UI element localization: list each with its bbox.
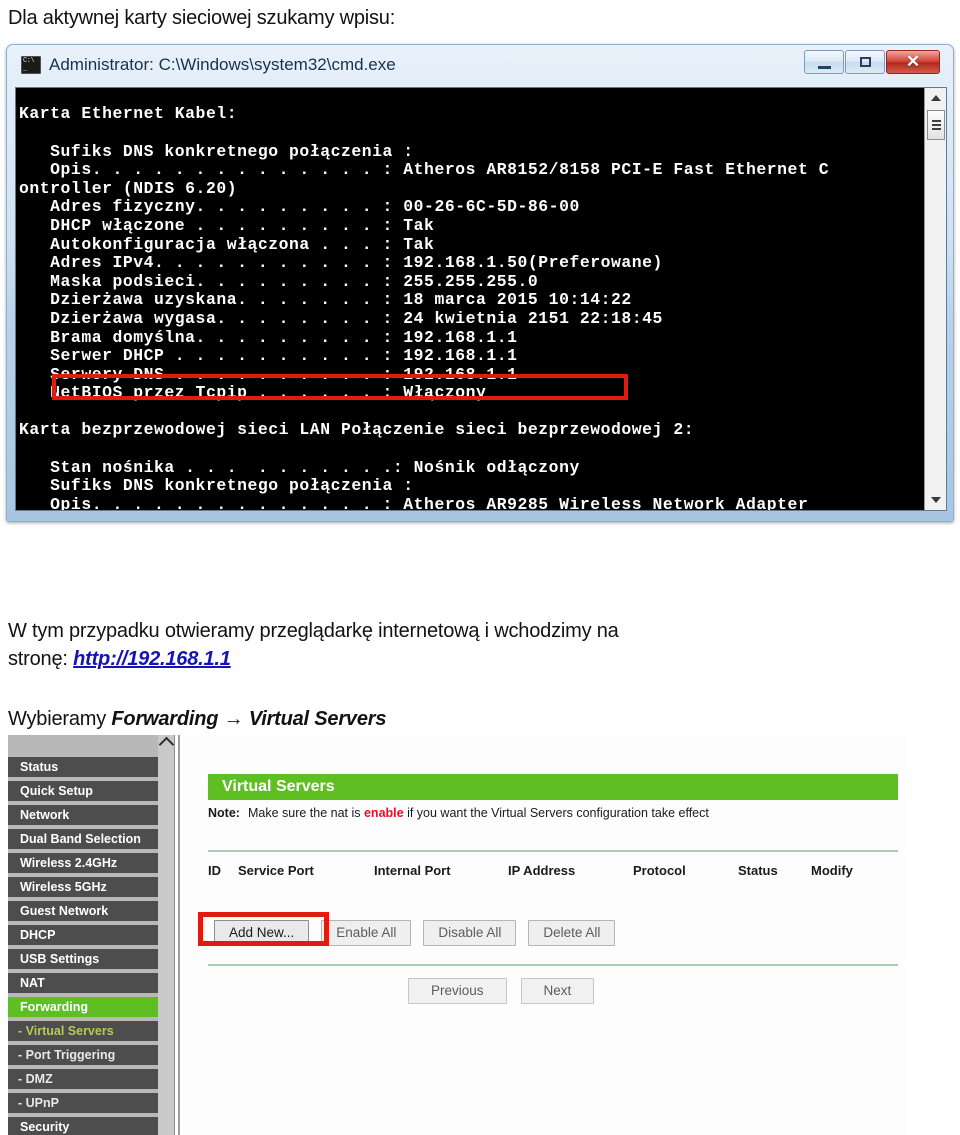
sidebar-item-nat[interactable]: NAT: [8, 973, 158, 995]
sidebar-item-upnp[interactable]: - UPnP: [8, 1093, 158, 1115]
column-header-id: ID: [208, 863, 221, 878]
router-main-panel: Virtual Servers Note: Make sure the nat i…: [182, 735, 906, 1135]
sidebar-item-label: NAT: [20, 976, 45, 990]
column-header-modify: Modify: [811, 863, 853, 878]
console-output-text: Karta Ethernet Kabel: Sufiks DNS konkret…: [19, 104, 830, 511]
sidebar-item-label: Dual Band Selection: [20, 832, 141, 846]
sidebar-item-label: Status: [20, 760, 59, 774]
sidebar-item-forwarding[interactable]: Forwarding: [8, 997, 158, 1019]
panel-title: Virtual Servers: [208, 774, 898, 800]
column-header-internal-port: Internal Port: [374, 863, 451, 878]
scroll-up-arrow-icon[interactable]: [926, 89, 946, 107]
sidebar-item-label: Guest Network: [20, 904, 109, 918]
sidebar-item-wireless-2-4ghz[interactable]: Wireless 2.4GHz: [8, 853, 158, 875]
add-new-highlight-box: [198, 912, 329, 946]
console-output-area[interactable]: Karta Ethernet Kabel: Sufiks DNS konkret…: [15, 87, 947, 511]
enable-all-button[interactable]: Enable All: [321, 920, 412, 946]
panel-note: Note: Make sure the nat is enable if you …: [208, 806, 709, 820]
sidebar-item-guest-network[interactable]: Guest Network: [8, 901, 158, 923]
cmd-window-titlebar[interactable]: C:\ _ Administrator: C:\Windows\system32…: [7, 45, 953, 85]
forwarding-instruction-paragraph: Wybieramy Forwarding → Virtual Servers: [8, 705, 888, 733]
sidebar-scrollbar[interactable]: [158, 735, 175, 1135]
menu-path-virtual-servers: Virtual Servers: [248, 708, 387, 730]
column-header-status: Status: [738, 863, 778, 878]
previous-button[interactable]: Previous: [408, 978, 507, 1004]
browser-instruction-prefix: stronę:: [8, 648, 74, 670]
column-header-protocol: Protocol: [633, 863, 686, 878]
note-text-part-2: if you want the Virtual Servers configur…: [403, 806, 709, 820]
delete-all-button[interactable]: Delete All: [528, 920, 616, 946]
sidebar-item-label: - Port Triggering: [18, 1048, 116, 1062]
sidebar-item-label: Security: [20, 1120, 70, 1134]
close-icon: ✕: [905, 52, 921, 71]
sidebar-item-label: DHCP: [20, 928, 56, 942]
sidebar-item-security[interactable]: Security: [8, 1117, 158, 1135]
table-column-headers: ID Service Port Internal Port IP Address Pro…: [208, 863, 898, 883]
sidebar-item-dmz[interactable]: - DMZ: [8, 1069, 158, 1091]
column-header-service-port: Service Port: [238, 863, 314, 878]
table-bottom-rule: [208, 964, 898, 966]
scroll-up-chevron-icon[interactable]: [158, 736, 175, 753]
sidebar-item-label: - DMZ: [18, 1072, 53, 1086]
maximize-button[interactable]: [845, 50, 885, 74]
cmd-window-title: Administrator: C:\Windows\system32\cmd.e…: [49, 55, 396, 74]
note-label: Note:: [208, 806, 240, 820]
default-gateway-highlight-box: [52, 374, 628, 400]
note-enable-emphasis: enable: [363, 806, 404, 820]
router-sidebar: Status Quick Setup Network Dual Band Select…: [8, 735, 158, 1135]
forwarding-instruction-prefix: Wybieramy: [8, 708, 112, 730]
browser-instruction-line-1: W tym przypadku otwieramy przeglądarkę i…: [8, 620, 619, 642]
browser-instruction-paragraph: W tym przypadku otwieramy przeglądarkę i…: [8, 617, 888, 673]
sidebar-item-label: Network: [20, 808, 70, 822]
console-scrollbar-thumb[interactable]: [927, 110, 945, 140]
sidebar-item-label: - Virtual Servers: [18, 1024, 114, 1038]
console-icon-line-2: _: [23, 65, 27, 73]
note-text-part-1: Make sure the nat is: [247, 806, 364, 820]
console-icon: C:\ _: [21, 56, 41, 74]
sidebar-item-label: USB Settings: [20, 952, 100, 966]
close-button[interactable]: ✕: [886, 50, 940, 74]
disable-all-button[interactable]: Disable All: [423, 920, 517, 946]
sidebar-item-dhcp[interactable]: DHCP: [8, 925, 158, 947]
table-top-rule: [208, 850, 898, 852]
sidebar-item-virtual-servers[interactable]: - Virtual Servers: [8, 1021, 158, 1043]
sidebar-item-port-triggering[interactable]: - Port Triggering: [8, 1045, 158, 1067]
menu-path-forwarding: Forwarding: [111, 708, 219, 730]
sidebar-item-label: Wireless 5GHz: [20, 880, 107, 894]
scroll-down-arrow-icon[interactable]: [926, 491, 946, 509]
maximize-icon: [846, 51, 884, 73]
next-button[interactable]: Next: [520, 978, 595, 1004]
router-admin-screenshot: Status Quick Setup Network Dual Band Select…: [0, 735, 906, 1135]
sidebar-item-label: - UPnP: [18, 1096, 59, 1110]
minimize-button[interactable]: [804, 50, 844, 74]
sidebar-item-quick-setup[interactable]: Quick Setup: [8, 781, 158, 803]
sidebar-item-label: Wireless 2.4GHz: [20, 856, 118, 870]
console-icon-line-1: C:\: [23, 57, 35, 65]
sidebar-item-wireless-5ghz[interactable]: Wireless 5GHz: [8, 877, 158, 899]
cmd-window: C:\ _ Administrator: C:\Windows\system32…: [6, 44, 954, 522]
table-pager-buttons: Previous Next: [408, 978, 608, 1004]
sidebar-item-status[interactable]: Status: [8, 757, 158, 779]
menu-path-arrow-icon: →: [218, 708, 249, 730]
sidebar-item-usb-settings[interactable]: USB Settings: [8, 949, 158, 971]
column-header-ip-address: IP Address: [508, 863, 576, 878]
sidebar-item-label: Forwarding: [20, 1000, 89, 1014]
router-url-link[interactable]: http://192.168.1.1: [73, 648, 231, 670]
sidebar-item-label: Quick Setup: [20, 784, 93, 798]
sidebar-item-network[interactable]: Network: [8, 805, 158, 827]
sidebar-divider: [178, 735, 180, 1135]
console-scrollbar[interactable]: [924, 88, 946, 510]
page-heading-text: Dla aktywnej karty sieciowej szukamy wpi…: [8, 7, 396, 29]
sidebar-item-dual-band-selection[interactable]: Dual Band Selection: [8, 829, 158, 851]
minimize-icon: [805, 51, 843, 73]
